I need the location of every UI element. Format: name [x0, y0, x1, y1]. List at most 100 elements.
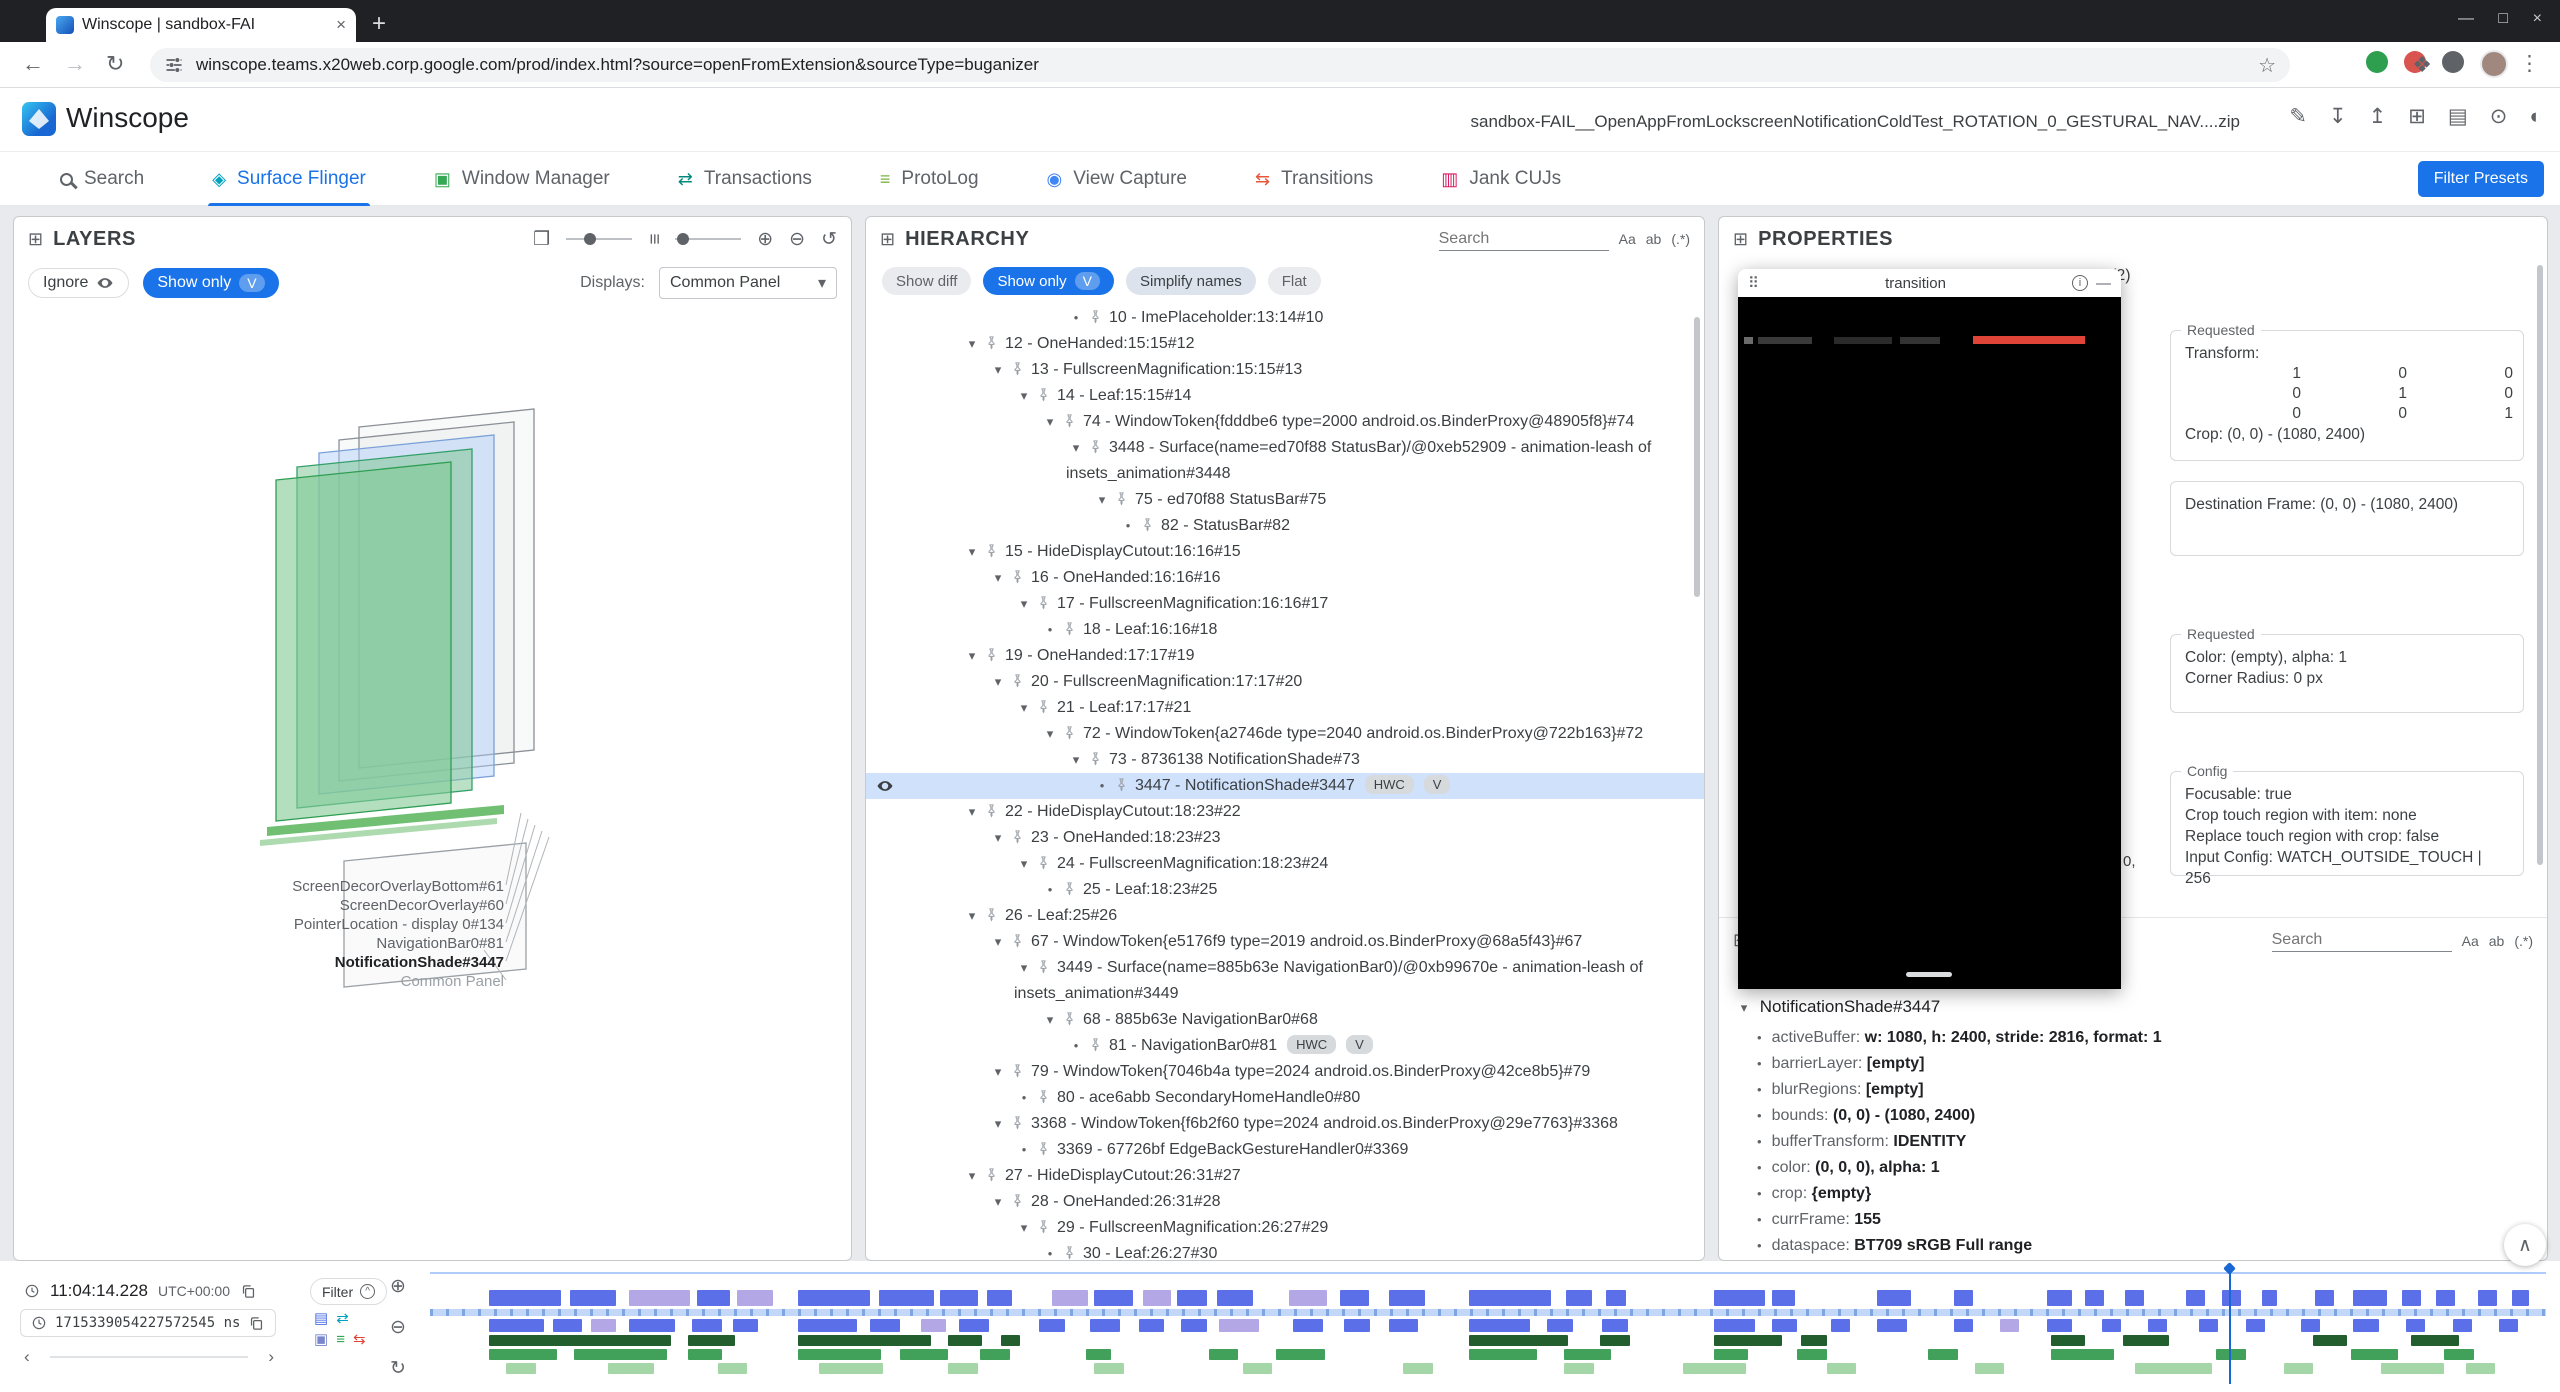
- hierarchy-node[interactable]: •81 - NavigationBar0#81HWCV: [866, 1033, 1704, 1059]
- pin-icon[interactable]: [1008, 361, 1031, 378]
- trace-segment[interactable]: [2047, 1319, 2072, 1332]
- properties-tree-root[interactable]: ▾ NotificationShade#3447: [1733, 997, 1940, 1017]
- trace-segment[interactable]: [489, 1335, 671, 1346]
- trace-segment[interactable]: [1293, 1319, 1323, 1332]
- spacing-slider[interactable]: [675, 238, 741, 240]
- trace-segment[interactable]: [1877, 1290, 1911, 1306]
- pin-icon[interactable]: [1060, 621, 1083, 638]
- pin-icon[interactable]: [982, 803, 1005, 820]
- trace-segment[interactable]: [1600, 1335, 1630, 1346]
- layers-3d-view[interactable]: [14, 305, 852, 1260]
- transition-overlay-window[interactable]: ⠿ transition i —: [1738, 269, 2121, 989]
- expand-arrow-icon[interactable]: ▾: [1092, 487, 1112, 513]
- trace-segment[interactable]: [1714, 1319, 1754, 1332]
- info-icon[interactable]: i: [2072, 275, 2088, 291]
- expand-arrow-icon[interactable]: ▾: [1066, 747, 1086, 773]
- timeline-filter-button[interactable]: Filter ^: [310, 1278, 387, 1305]
- properties-scrollbar[interactable]: [2537, 265, 2543, 865]
- trace-segment[interactable]: [2123, 1335, 2170, 1346]
- hierarchy-node[interactable]: ▾16 - OneHanded:16:16#16: [866, 565, 1704, 591]
- trace-segment[interactable]: [1389, 1290, 1425, 1306]
- trace-segment[interactable]: [1289, 1290, 1327, 1306]
- trace-segment[interactable]: [921, 1319, 946, 1332]
- view-grid-icon[interactable]: ⊞: [2408, 104, 2426, 129]
- trace-segment[interactable]: [1801, 1335, 1826, 1346]
- trace-segment[interactable]: [948, 1363, 978, 1374]
- trace-segment[interactable]: [2353, 1290, 2387, 1306]
- hierarchy-node[interactable]: •3369 - 67726bf EdgeBackGestureHandler0#…: [866, 1137, 1704, 1163]
- edit-icon[interactable]: ✎: [2289, 104, 2307, 129]
- trace-segment[interactable]: [1928, 1349, 1958, 1360]
- hierarchy-node[interactable]: ▾68 - 885b63e NavigationBar0#68: [866, 1007, 1704, 1033]
- trace-segment[interactable]: [1547, 1319, 1572, 1332]
- expand-arrow-icon[interactable]: ▾: [1014, 695, 1034, 721]
- trace-segment[interactable]: [2466, 1363, 2496, 1374]
- chevron-down-icon[interactable]: ▾: [1733, 1000, 1755, 1016]
- pin-icon[interactable]: [1034, 1219, 1057, 1236]
- trace-segment[interactable]: [2125, 1290, 2144, 1306]
- trace-segment[interactable]: [819, 1363, 882, 1374]
- trace-segment[interactable]: [1209, 1349, 1239, 1360]
- hierarchy-scrollbar[interactable]: [1694, 317, 1700, 597]
- trace-segment[interactable]: [2000, 1319, 2019, 1332]
- tab-window-manager[interactable]: ▣Window Manager: [430, 152, 614, 206]
- pin-icon[interactable]: [1034, 959, 1057, 976]
- expand-arrow-icon[interactable]: ▾: [1066, 435, 1086, 461]
- match-word-icon[interactable]: ab: [2489, 933, 2505, 949]
- pin-icon[interactable]: [1060, 725, 1083, 742]
- hierarchy-node[interactable]: ▾73 - 8736138 NotificationShade#73: [866, 747, 1704, 773]
- pin-icon[interactable]: [1060, 413, 1083, 430]
- hierarchy-node[interactable]: •25 - Leaf:18:23#25: [866, 877, 1704, 903]
- pin-icon[interactable]: [1112, 777, 1135, 794]
- expand-arrow-icon[interactable]: ▾: [1040, 1007, 1060, 1033]
- hierarchy-node[interactable]: •30 - Leaf:26:27#30: [866, 1241, 1704, 1260]
- trace-segment[interactable]: [1954, 1290, 1973, 1306]
- trace-segment[interactable]: [870, 1319, 900, 1332]
- url-text[interactable]: winscope.teams.x20web.corp.google.com/pr…: [196, 55, 2246, 75]
- trace-segment[interactable]: [2284, 1363, 2314, 1374]
- pin-icon[interactable]: [1008, 829, 1031, 846]
- trace-segment[interactable]: [1772, 1319, 1797, 1332]
- trace-segment[interactable]: [1039, 1319, 1064, 1332]
- reset-zoom-icon[interactable]: ↻: [390, 1357, 406, 1380]
- trace-segment[interactable]: [1276, 1349, 1325, 1360]
- trace-segment[interactable]: [1606, 1290, 1625, 1306]
- hierarchy-node[interactable]: ▾74 - WindowToken{fdddbe6 type=2000 andr…: [866, 409, 1704, 435]
- browser-menu-icon[interactable]: ⋮: [2519, 51, 2540, 76]
- trace-segment[interactable]: [1827, 1363, 1857, 1374]
- trace-segment[interactable]: [1139, 1319, 1164, 1332]
- copy-icon[interactable]: [248, 1315, 265, 1332]
- trace-segment[interactable]: [2478, 1290, 2497, 1306]
- expand-arrow-icon[interactable]: ▾: [962, 331, 982, 357]
- trace-segment[interactable]: [948, 1335, 982, 1346]
- trace-segment[interactable]: [489, 1319, 544, 1332]
- property-row[interactable]: •bufferTransform: IDENTITY: [1719, 1129, 2547, 1155]
- trace-segment[interactable]: [692, 1319, 722, 1332]
- expand-arrow-icon[interactable]: ▾: [988, 1059, 1008, 1085]
- pin-icon[interactable]: [1086, 309, 1109, 326]
- tab-transitions[interactable]: ⇆Transitions: [1251, 152, 1377, 206]
- copy-icon[interactable]: [240, 1283, 257, 1300]
- hierarchy-node[interactable]: ▾24 - FullscreenMagnification:18:23#24: [866, 851, 1704, 877]
- docs-icon[interactable]: ▤: [2448, 104, 2468, 129]
- expand-arrow-icon[interactable]: ▾: [1014, 1215, 1034, 1241]
- trace-segment[interactable]: [1714, 1349, 1748, 1360]
- trace-segment[interactable]: [1975, 1363, 2005, 1374]
- expand-arrow-icon[interactable]: ▾: [1014, 955, 1034, 981]
- property-row[interactable]: •barrierLayer: [empty]: [1719, 1051, 2547, 1077]
- trace-segment[interactable]: [1469, 1349, 1537, 1360]
- filter-presets-button[interactable]: Filter Presets: [2418, 161, 2544, 197]
- hierarchy-node[interactable]: ▾20 - FullscreenMagnification:17:17#20: [866, 669, 1704, 695]
- hierarchy-node[interactable]: ▾14 - Leaf:15:15#14: [866, 383, 1704, 409]
- expand-arrow-icon[interactable]: ▾: [988, 929, 1008, 955]
- tab-protolog[interactable]: ≡ProtoLog: [876, 152, 983, 206]
- trace-segment[interactable]: [1566, 1290, 1591, 1306]
- browser-tab[interactable]: Winscope | sandbox-FAI ×: [46, 8, 356, 42]
- trace-segment[interactable]: [980, 1349, 1010, 1360]
- pin-icon[interactable]: [982, 335, 1005, 352]
- hierarchy-node[interactable]: •80 - ace6abb SecondaryHomeHandle0#80: [866, 1085, 1704, 1111]
- hierarchy-node[interactable]: ▾67 - WindowToken{e5176f9 type=2019 andr…: [866, 929, 1704, 955]
- trace-segment[interactable]: [798, 1319, 857, 1332]
- trace-segment[interactable]: [2246, 1319, 2265, 1332]
- trace-segment[interactable]: [1219, 1319, 1259, 1332]
